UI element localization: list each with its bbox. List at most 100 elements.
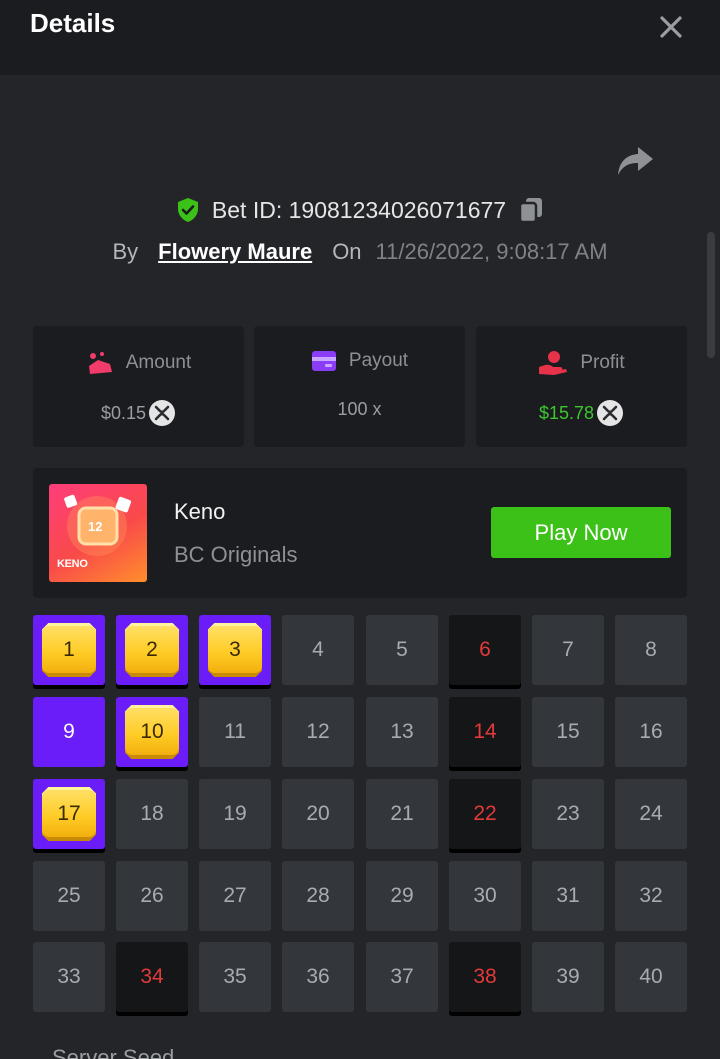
tile-number: 29 [390, 884, 414, 907]
keno-tile-3: 3 [199, 615, 271, 685]
close-icon [660, 16, 682, 38]
copy-icon[interactable] [518, 196, 544, 224]
keno-tile-18: 18 [116, 779, 188, 849]
tile-number: 19 [223, 802, 247, 825]
keno-tile-24: 24 [615, 779, 687, 849]
keno-tile-25: 25 [33, 861, 105, 931]
keno-tile-11: 11 [199, 697, 271, 767]
keno-tile-1: 1 [33, 615, 105, 685]
tile-number: 31 [556, 884, 580, 907]
tile-number: 32 [639, 884, 663, 907]
gem-icon: 17 [42, 787, 96, 841]
tile-number: 23 [556, 802, 580, 825]
tile-number: 11 [224, 720, 246, 743]
tile-number: 9 [63, 720, 75, 743]
tile-number: 14 [473, 720, 497, 743]
game-card: 12 KENO Keno BC Originals Play Now [33, 468, 687, 598]
keno-tile-39: 39 [532, 942, 604, 1012]
tile-number: 34 [140, 965, 164, 988]
keno-tile-38: 38 [449, 942, 521, 1012]
tile-number: 28 [306, 884, 330, 907]
keno-tile-37: 37 [366, 942, 438, 1012]
server-seed-label: Server Seed [52, 1045, 175, 1059]
gem-icon: 10 [125, 705, 179, 759]
on-label: On [332, 239, 362, 264]
thumb-label: KENO [57, 558, 88, 570]
keno-tile-20: 20 [282, 779, 354, 849]
keno-tile-7: 7 [532, 615, 604, 685]
tile-number: 18 [140, 802, 164, 825]
amount-label: Amount [125, 352, 192, 373]
username-link[interactable]: Flowery Maure [158, 239, 312, 265]
keno-tile-19: 19 [199, 779, 271, 849]
tile-number: 39 [556, 965, 580, 988]
keno-tile-5: 5 [366, 615, 438, 685]
keno-tile-26: 26 [116, 861, 188, 931]
tile-number: 33 [57, 965, 81, 988]
amount-value: $0.15 [100, 402, 147, 423]
keno-tile-14: 14 [449, 697, 521, 767]
game-name: Keno [174, 499, 226, 524]
keno-tile-29: 29 [366, 861, 438, 931]
bet-id-row: Bet ID: 19081234026071677 [0, 193, 720, 227]
profit-value: $15.78 [538, 402, 595, 423]
keno-tile-35: 35 [199, 942, 271, 1012]
keno-tile-17: 17 [33, 779, 105, 849]
payout-value: 100 x [337, 399, 382, 419]
thumb-number: 12 [88, 519, 103, 534]
profit-hand-icon [539, 351, 568, 375]
tile-number: 21 [390, 802, 414, 825]
profit-card: Profit $15.78 [476, 326, 687, 447]
tile-number: 4 [312, 638, 324, 661]
tile-number: 20 [306, 802, 330, 825]
tile-number: 30 [473, 884, 497, 907]
tile-number: 22 [473, 802, 497, 825]
keno-thumbnail[interactable]: 12 KENO [49, 484, 147, 582]
tile-number: 37 [390, 965, 414, 988]
by-line: By Flowery Maure On 11/26/2022, 9:08:17 … [0, 236, 720, 268]
xrp-coin-icon [597, 400, 624, 426]
xrp-coin-icon [149, 400, 176, 426]
keno-tile-8: 8 [615, 615, 687, 685]
keno-tile-31: 31 [532, 861, 604, 931]
play-now-button[interactable]: Play Now [491, 507, 671, 558]
profit-label: Profit [580, 352, 625, 373]
tile-number: 12 [306, 720, 330, 743]
payout-card: Payout 100 x [254, 326, 465, 447]
keno-tile-12: 12 [282, 697, 354, 767]
keno-tile-9: 9 [33, 697, 105, 767]
bet-datetime: 11/26/2022, 9:08:17 AM [375, 239, 608, 264]
gem-icon: 1 [42, 623, 96, 677]
share-button[interactable] [616, 144, 656, 178]
keno-tile-4: 4 [282, 615, 354, 685]
tile-number: 5 [396, 638, 408, 661]
amount-card: Amount $0.15 [33, 326, 244, 447]
gem-icon: 2 [125, 623, 179, 677]
payout-card-icon [311, 351, 336, 371]
bet-id-text: Bet ID: 19081234026071677 [211, 196, 507, 223]
by-label: By [112, 239, 139, 264]
tile-number: 27 [223, 884, 247, 907]
tile-number: 36 [306, 965, 330, 988]
verified-shield-icon [177, 198, 198, 222]
tile-number: 16 [639, 720, 663, 743]
keno-tile-15: 15 [532, 697, 604, 767]
keno-tile-34: 34 [116, 942, 188, 1012]
tile-number: 35 [223, 965, 247, 988]
details-header: Details [0, 0, 720, 75]
tile-number: 13 [390, 720, 414, 743]
keno-tile-33: 33 [33, 942, 105, 1012]
tile-number: 15 [556, 720, 580, 743]
keno-tile-36: 36 [282, 942, 354, 1012]
tile-number: 40 [639, 965, 663, 988]
tile-number: 7 [562, 638, 574, 661]
keno-tile-21: 21 [366, 779, 438, 849]
keno-tile-6: 6 [449, 615, 521, 685]
amount-icon [88, 352, 112, 374]
gem-icon: 3 [208, 623, 262, 677]
keno-tile-32: 32 [615, 861, 687, 931]
keno-tile-10: 10 [116, 697, 188, 767]
keno-tile-13: 13 [366, 697, 438, 767]
close-button[interactable] [656, 12, 686, 42]
payout-label: Payout [348, 350, 409, 371]
